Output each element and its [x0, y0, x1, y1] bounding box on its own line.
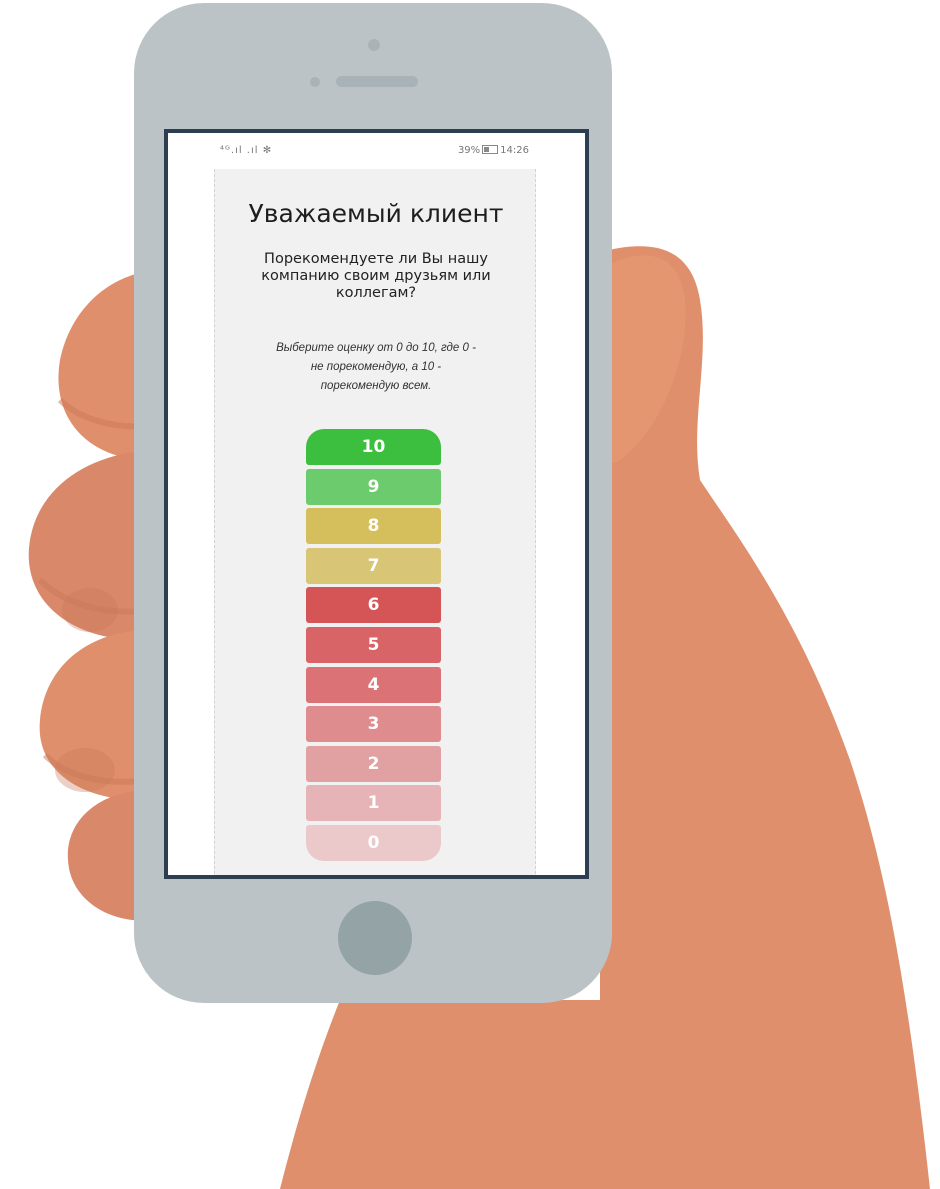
phone-screen: ⁴ᴳ.ıl .ıl ✻ 39% 14:26 Уважаемый клиент По…: [168, 133, 585, 875]
score-button-4[interactable]: 4: [306, 666, 441, 703]
phone-home-button: [338, 901, 412, 975]
signal-indicator: ⁴ᴳ.ıl .ıl ✻: [220, 145, 273, 156]
score-button-9[interactable]: 9: [306, 468, 441, 505]
clock: 14:26: [500, 145, 529, 156]
survey-instruction: Выберите оценку от 0 до 10, где 0 - не п…: [276, 342, 476, 392]
score-scale: 10 9 8 7 6 5 4 3 2 1 0: [306, 429, 441, 865]
status-right: 39% 14:26: [458, 145, 529, 156]
score-button-1[interactable]: 1: [306, 785, 441, 822]
illustration-scene: ⁴ᴳ.ıl .ıl ✻ 39% 14:26 Уважаемый клиент По…: [0, 0, 940, 1189]
status-bar: ⁴ᴳ.ıl .ıl ✻ 39% 14:26: [168, 133, 585, 165]
battery-icon: [482, 145, 499, 154]
phone-speaker: [336, 76, 418, 87]
score-button-0[interactable]: 0: [306, 824, 441, 861]
survey-card: Уважаемый клиент Порекомендуете ли Вы на…: [214, 169, 536, 875]
phone-camera: [368, 39, 380, 51]
score-button-5[interactable]: 5: [306, 626, 441, 663]
battery-percent: 39%: [457, 145, 481, 156]
survey-question: Порекомендуете ли Вы нашу компанию своим…: [261, 251, 491, 301]
score-button-8[interactable]: 8: [306, 508, 441, 545]
score-button-6[interactable]: 6: [306, 587, 441, 624]
survey-greeting: Уважаемый клиент: [248, 199, 504, 228]
score-button-7[interactable]: 7: [306, 547, 441, 584]
score-button-3[interactable]: 3: [306, 706, 441, 743]
score-button-2[interactable]: 2: [306, 745, 441, 782]
score-button-10[interactable]: 10: [306, 429, 441, 465]
